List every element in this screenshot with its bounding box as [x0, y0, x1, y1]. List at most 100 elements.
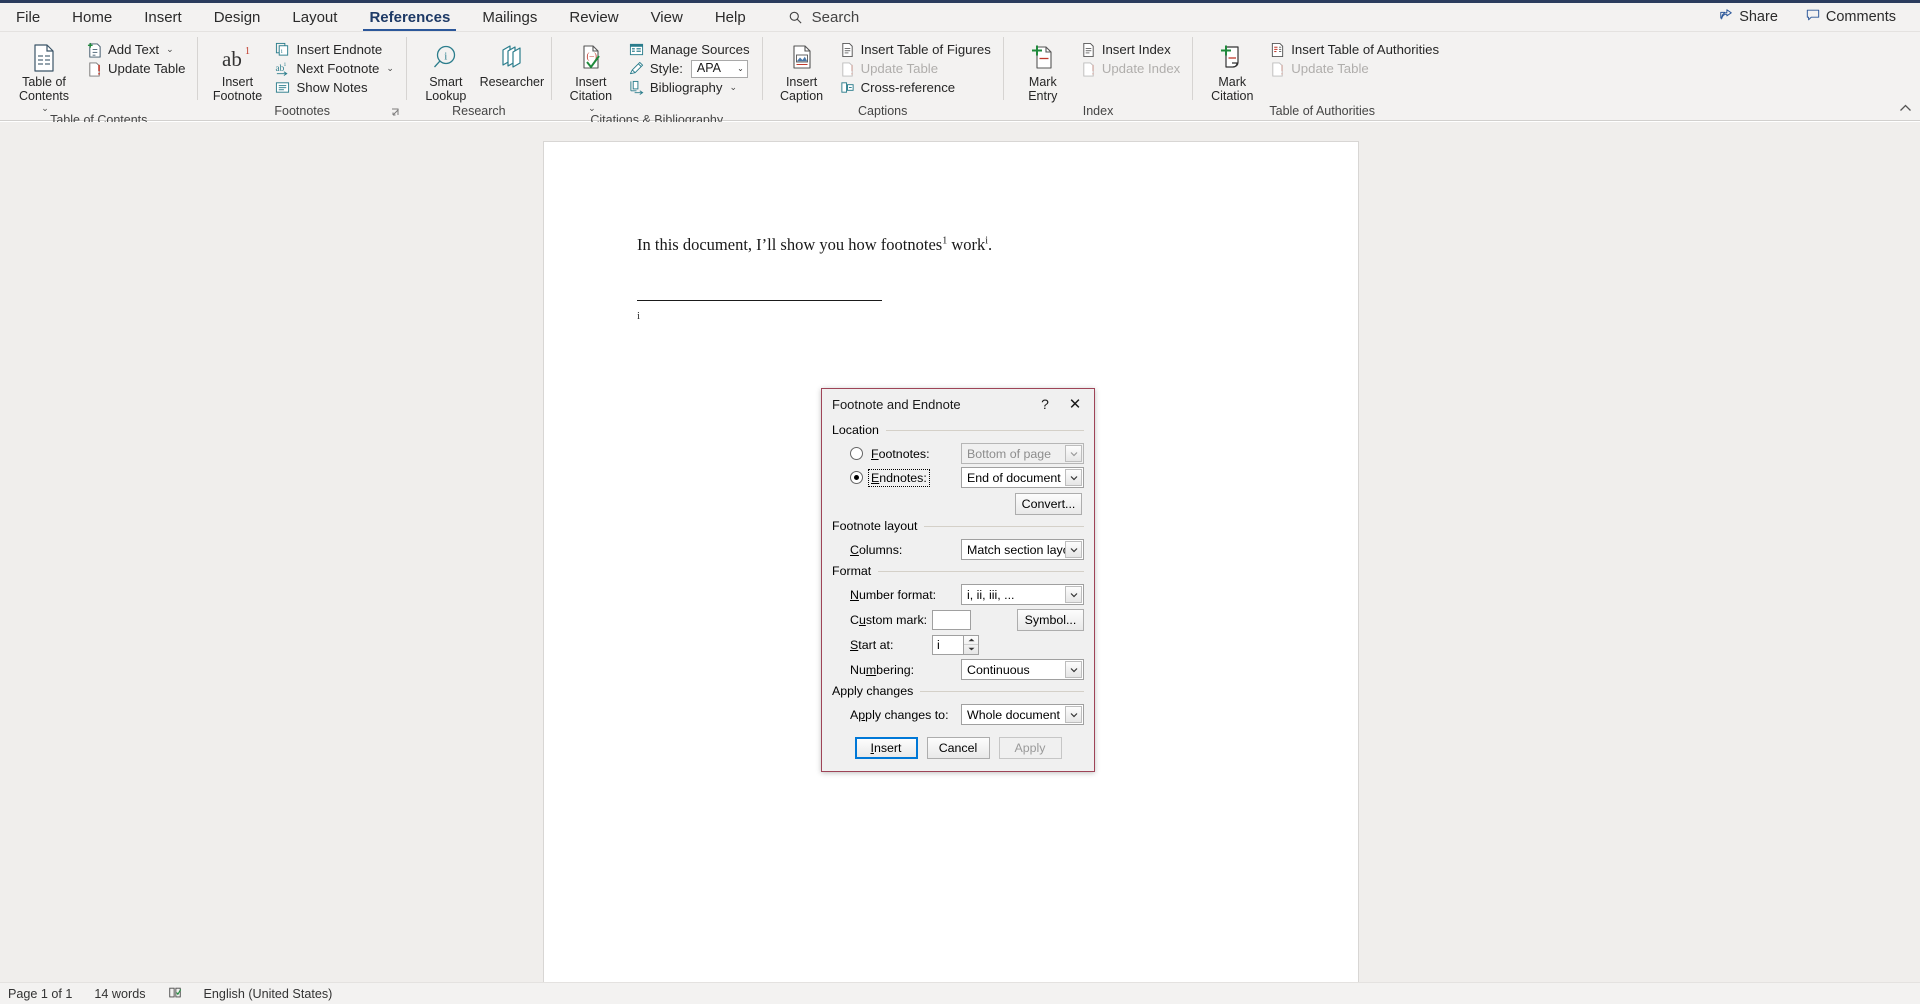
- insert-button[interactable]: Insert: [854, 737, 918, 759]
- tab-insert[interactable]: Insert: [128, 3, 198, 31]
- insert-index-button[interactable]: Insert Index: [1077, 40, 1185, 59]
- search-box[interactable]: Search: [762, 3, 874, 31]
- update-table-figures-button: Update Table: [836, 59, 996, 78]
- convert-button[interactable]: Convert...: [1015, 493, 1082, 515]
- page-indicator[interactable]: Page 1 of 1: [8, 987, 72, 1001]
- tab-review[interactable]: Review: [553, 3, 634, 31]
- cross-reference-label: Cross-reference: [860, 80, 956, 95]
- start-at-spin-buttons[interactable]: [963, 634, 979, 655]
- tab-file[interactable]: File: [0, 3, 56, 31]
- proofing-icon: [168, 986, 182, 1002]
- tab-mailings[interactable]: Mailings: [466, 3, 553, 31]
- bibliography-icon: [628, 79, 645, 96]
- endnotes-location-row: Endnotes: End of document: [832, 467, 1084, 488]
- tab-help[interactable]: Help: [699, 3, 762, 31]
- insert-citation-icon: (–): [576, 42, 606, 74]
- smart-lookup-button[interactable]: i Smart Lookup: [414, 38, 478, 103]
- smart-lookup-label: Smart Lookup: [425, 75, 467, 103]
- symbol-button[interactable]: Symbol...: [1017, 608, 1084, 631]
- update-index-label: Update Index: [1101, 61, 1181, 76]
- manage-sources-button[interactable]: Manage Sources: [625, 40, 755, 59]
- update-table-button[interactable]: Update Table: [83, 59, 190, 78]
- researcher-button[interactable]: Researcher: [480, 38, 544, 90]
- number-format-value: i, ii, iii, ...: [967, 587, 1015, 602]
- add-text-button[interactable]: Add Text ⌄: [83, 40, 190, 59]
- columns-combo[interactable]: Match section layout: [961, 539, 1084, 560]
- tab-view[interactable]: View: [635, 3, 699, 31]
- endnotes-location-combo[interactable]: End of document: [961, 467, 1084, 488]
- chevron-down-icon[interactable]: [1065, 469, 1082, 486]
- table-of-contents-button[interactable]: Table of Contents ⌄: [7, 38, 81, 114]
- footnotes-radio-label[interactable]: Footnotes:: [869, 446, 932, 462]
- toc-icon: [31, 42, 57, 74]
- help-icon[interactable]: ?: [1030, 391, 1060, 417]
- comments-button[interactable]: Comments: [1794, 5, 1908, 29]
- next-footnote-icon: ab 1: [274, 60, 291, 77]
- document-canvas[interactable]: In this document, I’ll show you how foot…: [0, 122, 1920, 982]
- close-icon[interactable]: ✕: [1060, 391, 1090, 417]
- word-count[interactable]: 14 words: [94, 987, 145, 1001]
- svg-text:i: i: [444, 50, 447, 62]
- number-format-row: Number format: i, ii, iii, ...: [832, 584, 1084, 605]
- mark-citation-button[interactable]: Mark Citation: [1200, 38, 1264, 103]
- numbering-combo[interactable]: Continuous: [961, 659, 1084, 680]
- tab-layout[interactable]: Layout: [276, 3, 353, 31]
- custom-mark-input[interactable]: [932, 609, 971, 630]
- mark-entry-button[interactable]: Mark Entry: [1011, 38, 1075, 103]
- insert-footnote-label: Insert Footnote: [212, 75, 263, 103]
- bibliography-button[interactable]: Bibliography ⌄: [625, 78, 755, 97]
- next-footnote-button[interactable]: ab 1 Next Footnote ⌄: [271, 59, 398, 78]
- endnote-area-mark: i: [637, 310, 641, 322]
- chevron-down-icon[interactable]: [1065, 706, 1082, 723]
- insert-table-authorities-icon: [1269, 41, 1286, 58]
- insert-endnote-button[interactable]: i Insert Endnote: [271, 40, 398, 59]
- format-legend: Format: [832, 564, 872, 578]
- chevron-down-icon: [1065, 445, 1082, 462]
- insert-table-of-figures-button[interactable]: Insert Table of Figures: [836, 40, 996, 59]
- style-combo[interactable]: APA ⌄: [690, 59, 748, 78]
- group-label-footnotes: Footnotes: [274, 103, 330, 118]
- footnotes-dialog-launcher[interactable]: [390, 106, 402, 118]
- chevron-down-icon[interactable]: [1065, 586, 1082, 603]
- chevron-down-icon[interactable]: [1065, 541, 1082, 558]
- dialog-title-bar[interactable]: Footnote and Endnote ? ✕: [822, 389, 1094, 419]
- tab-home[interactable]: Home: [56, 3, 128, 31]
- chevron-down-icon[interactable]: [1065, 661, 1082, 678]
- start-at-value[interactable]: i: [932, 634, 963, 655]
- insert-citation-button[interactable]: (–) Insert Citation ⌄: [559, 38, 623, 114]
- cross-reference-button[interactable]: Cross-reference: [836, 78, 996, 97]
- ribbon-group-captions: Insert Caption Insert Table of Figures U…: [763, 32, 1003, 120]
- share-button[interactable]: Share: [1707, 5, 1790, 29]
- footnote-and-endnote-dialog[interactable]: Footnote and Endnote ? ✕ Location Footno…: [821, 388, 1095, 772]
- tab-label: Help: [714, 8, 746, 26]
- spin-up-icon[interactable]: [964, 636, 978, 645]
- ribbon-group-footnotes: ab 1 Insert Footnote i Insert Endnote ab 1…: [198, 32, 405, 120]
- language-indicator[interactable]: English (United States): [204, 987, 333, 1001]
- number-format-combo[interactable]: i, ii, iii, ...: [961, 584, 1084, 605]
- footnotes-location-row: Footnotes: Bottom of page: [832, 443, 1084, 464]
- manage-sources-label: Manage Sources: [649, 42, 750, 57]
- insert-table-authorities-label: Insert Table of Authorities: [1291, 42, 1440, 57]
- cancel-button[interactable]: Cancel: [926, 737, 990, 759]
- show-notes-icon: [274, 79, 291, 96]
- apply-changes-to-combo[interactable]: Whole document: [961, 704, 1084, 725]
- index-small-commands: Insert Index Update Index: [1077, 38, 1185, 78]
- tab-label: Mailings: [482, 8, 538, 26]
- insert-caption-button[interactable]: Insert Caption: [770, 38, 834, 103]
- numbering-value: Continuous: [967, 662, 1030, 677]
- columns-value: Match section layout: [967, 542, 1080, 557]
- svg-text:ab: ab: [222, 47, 242, 71]
- proofing-status[interactable]: [168, 986, 182, 1002]
- insert-table-of-authorities-button[interactable]: Insert Table of Authorities: [1266, 40, 1444, 59]
- footnotes-radio[interactable]: [850, 447, 863, 460]
- style-icon: [628, 60, 645, 77]
- endnotes-radio[interactable]: [850, 471, 863, 484]
- start-at-spinner[interactable]: i: [932, 634, 979, 655]
- tab-references[interactable]: References: [353, 3, 466, 31]
- insert-footnote-button[interactable]: ab 1 Insert Footnote: [205, 38, 269, 103]
- endnotes-radio-label[interactable]: Endnotes:: [868, 468, 930, 487]
- show-notes-button[interactable]: Show Notes: [271, 78, 398, 97]
- collapse-ribbon-button[interactable]: [1899, 104, 1912, 116]
- spin-down-icon[interactable]: [964, 645, 978, 654]
- tab-design[interactable]: Design: [198, 3, 277, 31]
